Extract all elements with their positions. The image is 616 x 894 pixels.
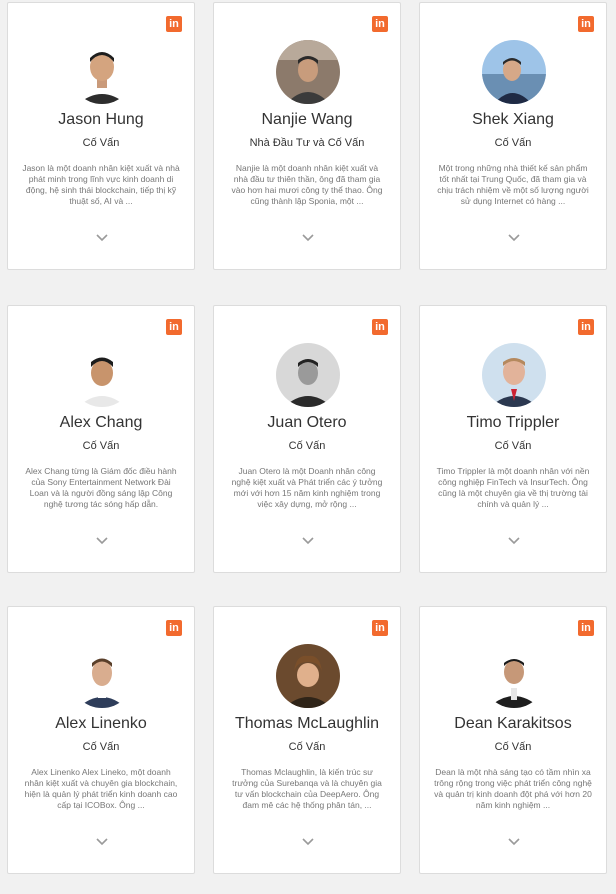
linkedin-icon[interactable]: in bbox=[166, 319, 182, 335]
linkedin-icon[interactable]: in bbox=[166, 16, 182, 32]
advisor-role: Cố Vấn bbox=[82, 137, 120, 149]
advisor-name: Juan Otero bbox=[267, 414, 347, 431]
advisor-bio: Alex Chang từng là Giám đốc điều hành củ… bbox=[25, 466, 177, 509]
advisor-role: Cố Vấn bbox=[494, 440, 532, 452]
linkedin-icon[interactable]: in bbox=[372, 16, 388, 32]
avatar bbox=[482, 644, 546, 708]
advisor-bio: Timo Trippler là một doanh nhân với nền … bbox=[436, 466, 590, 509]
advisor-bio: Một trong những nhà thiết kế sản phẩm tố… bbox=[437, 163, 589, 206]
advisor-name: Alex Linenko bbox=[55, 715, 147, 732]
chevron-down-icon[interactable] bbox=[506, 229, 522, 245]
avatar bbox=[482, 40, 546, 104]
advisor-role: Cố Vấn bbox=[494, 137, 532, 149]
linkedin-icon[interactable]: in bbox=[372, 620, 388, 636]
advisor-name: Nanjie Wang bbox=[261, 111, 353, 128]
advisor-bio: Juan Otero là một Doanh nhân công nghệ k… bbox=[231, 466, 383, 509]
avatar bbox=[482, 343, 546, 407]
advisor-bio: Jason là một doanh nhân kiệt xuất và nhà… bbox=[22, 163, 180, 206]
chevron-down-icon[interactable] bbox=[506, 833, 522, 849]
linkedin-icon[interactable]: in bbox=[578, 620, 594, 636]
advisor-card: in Shek Xiang Cố Vấn Một trong những nhà… bbox=[419, 2, 607, 270]
chevron-down-icon[interactable] bbox=[94, 229, 110, 245]
avatar bbox=[70, 644, 134, 708]
advisor-role: Cố Vấn bbox=[288, 440, 326, 452]
advisor-card: in Dean Karakitsos Cố Vấn Dean là một nh… bbox=[419, 606, 607, 874]
linkedin-icon[interactable]: in bbox=[578, 319, 594, 335]
linkedin-icon[interactable]: in bbox=[166, 620, 182, 636]
advisor-name: Jason Hung bbox=[58, 111, 144, 128]
advisor-role: Cố Vấn bbox=[288, 741, 326, 753]
advisor-card: in Thomas McLaughlin Cố Vấn Thomas Mclau… bbox=[213, 606, 401, 874]
advisor-card: in Jason Hung Cố Vấn Jason là một doanh … bbox=[7, 2, 195, 270]
advisor-bio: Dean là một nhà sáng tạo có tầm nhìn xa … bbox=[434, 767, 592, 810]
linkedin-icon[interactable]: in bbox=[372, 319, 388, 335]
chevron-down-icon[interactable] bbox=[506, 532, 522, 548]
avatar bbox=[70, 343, 134, 407]
advisor-bio: Alex Linenko Alex Lineko, một doanh nhân… bbox=[24, 767, 178, 810]
advisor-card: in Juan Otero Cố Vấn Juan Otero là một D… bbox=[213, 305, 401, 573]
advisor-bio: Nanjie là một doanh nhân kiệt xuất và nh… bbox=[231, 163, 383, 206]
avatar bbox=[276, 343, 340, 407]
advisor-name: Shek Xiang bbox=[472, 111, 554, 128]
advisor-card: in Timo Trippler Cố Vấn Timo Trippler là… bbox=[419, 305, 607, 573]
advisor-card: in Alex Chang Cố Vấn Alex Chang từng là … bbox=[7, 305, 195, 573]
advisor-name: Thomas McLaughlin bbox=[234, 715, 380, 732]
advisor-name: Dean Karakitsos bbox=[454, 715, 572, 732]
linkedin-icon[interactable]: in bbox=[578, 16, 594, 32]
advisor-role: Cố Vấn bbox=[82, 741, 120, 753]
chevron-down-icon[interactable] bbox=[94, 833, 110, 849]
advisor-name: Timo Trippler bbox=[466, 414, 560, 431]
advisor-card: in Alex Linenko Cố Vấn Alex Linenko Alex… bbox=[7, 606, 195, 874]
advisor-name: Alex Chang bbox=[59, 414, 143, 431]
avatar bbox=[276, 40, 340, 104]
advisor-card: in Nanjie Wang Nhà Đầu Tư và Cố Vấn Nanj… bbox=[213, 2, 401, 270]
chevron-down-icon[interactable] bbox=[300, 532, 316, 548]
chevron-down-icon[interactable] bbox=[94, 532, 110, 548]
advisor-role: Nhà Đầu Tư và Cố Vấn bbox=[249, 137, 365, 149]
advisor-role: Cố Vấn bbox=[82, 440, 120, 452]
advisor-role: Cố Vấn bbox=[494, 741, 532, 753]
avatar bbox=[70, 40, 134, 104]
advisor-bio: Thomas Mclaughlin, là kiến trúc sư trưởn… bbox=[232, 767, 382, 810]
avatar bbox=[276, 644, 340, 708]
chevron-down-icon[interactable] bbox=[300, 833, 316, 849]
chevron-down-icon[interactable] bbox=[300, 229, 316, 245]
